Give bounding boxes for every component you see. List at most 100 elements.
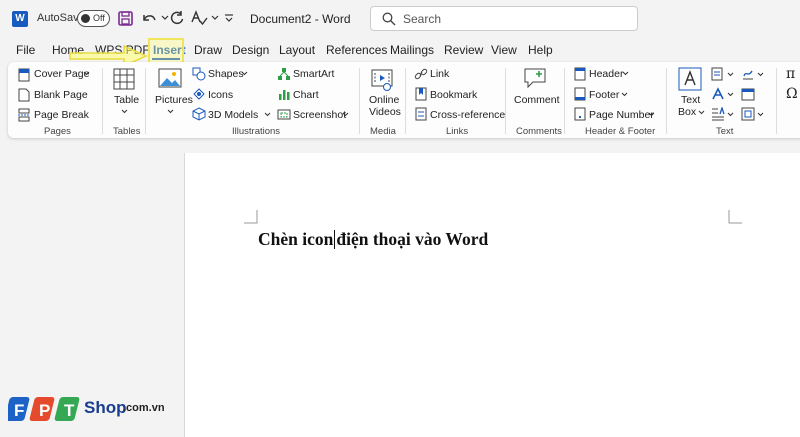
footer-dropdown-icon[interactable] [621, 92, 628, 97]
pictures-dropdown-icon[interactable] [167, 109, 174, 114]
text-after-cursor: điện thoại vào Word [336, 229, 489, 249]
link-button[interactable]: Link [430, 68, 449, 80]
search-placeholder: Search [403, 12, 442, 26]
icons-button[interactable]: Icons [208, 89, 233, 101]
bookmark-icon [415, 87, 427, 101]
comment-icon[interactable] [523, 67, 547, 89]
date-time-icon[interactable] [741, 87, 755, 101]
document-page[interactable] [184, 153, 800, 437]
drop-cap-icon[interactable] [711, 107, 725, 121]
object-dropdown-icon[interactable] [757, 112, 764, 117]
blank-page-button[interactable]: Blank Page [34, 89, 88, 101]
header-dropdown-icon[interactable] [622, 71, 629, 76]
document-heading[interactable]: Chèn icon điện thoại vào Word [258, 229, 488, 250]
header-button[interactable]: Header [589, 68, 623, 80]
group-separator [564, 68, 565, 134]
tab-review[interactable]: Review [444, 43, 483, 57]
text-box-label-1[interactable]: Text [681, 94, 700, 106]
fpt-shop-logo: F P T [8, 397, 80, 421]
quick-parts-dropdown-icon[interactable] [727, 72, 734, 77]
bookmark-button[interactable]: Bookmark [430, 89, 477, 101]
customize-toolbar-icon[interactable] [220, 9, 238, 27]
redo-icon[interactable] [168, 9, 186, 27]
toggle-knob [81, 14, 90, 23]
search-icon [382, 12, 396, 26]
symbol-button[interactable]: Ω [786, 86, 798, 102]
search-box[interactable]: Search [370, 6, 638, 31]
screenshot-dropdown-icon[interactable] [342, 112, 349, 117]
signature-line-icon[interactable] [741, 67, 755, 81]
cross-reference-button[interactable]: Cross-reference [430, 109, 505, 121]
text-box-label-2[interactable]: Box [678, 106, 696, 118]
smartart-button[interactable]: SmartArt [293, 68, 334, 80]
fpt-letter-p: P [39, 401, 50, 420]
page-break-button[interactable]: Page Break [34, 109, 89, 121]
text-box-dropdown-icon[interactable] [698, 110, 705, 115]
footer-button[interactable]: Footer [589, 89, 619, 101]
tab-references[interactable]: References [326, 43, 387, 57]
3d-models-dropdown-icon[interactable] [264, 112, 271, 117]
online-videos-label-2[interactable]: Videos [369, 106, 401, 118]
document-name: Document2 [250, 12, 312, 26]
shapes-icon [192, 67, 206, 81]
autosave-toggle[interactable]: Off [77, 10, 110, 27]
page-number-icon [574, 107, 586, 121]
chart-icon [279, 90, 290, 100]
pictures-button[interactable]: Pictures [155, 94, 193, 106]
quick-parts-icon[interactable] [711, 67, 723, 81]
table-dropdown-icon[interactable] [121, 109, 128, 114]
word-logo-icon: W [12, 11, 28, 27]
table-icon[interactable] [113, 68, 135, 90]
online-videos-label-1[interactable]: Online [369, 94, 399, 106]
fpt-letter-t: T [64, 401, 75, 420]
group-separator [145, 68, 146, 134]
save-icon[interactable] [116, 9, 134, 27]
page-number-button[interactable]: Page Number [589, 109, 654, 121]
header-icon [574, 67, 586, 81]
screenshot-button[interactable]: Screenshot [293, 109, 346, 121]
autosave-state: Off [93, 13, 105, 23]
cover-page-button[interactable]: Cover Page [34, 68, 89, 80]
cross-reference-icon [415, 107, 427, 121]
page-break-icon [18, 108, 30, 122]
watermark-domain: .com.vn [123, 402, 165, 414]
screenshot-icon [277, 109, 291, 120]
shapes-button[interactable]: Shapes [208, 68, 244, 80]
cover-page-dropdown-icon[interactable] [83, 71, 90, 76]
drop-cap-dropdown-icon[interactable] [727, 112, 734, 117]
signature-dropdown-icon[interactable] [757, 72, 764, 77]
document-title: Document2 - Word [250, 12, 351, 26]
group-separator [359, 68, 360, 134]
pages-group-label: Pages [44, 126, 71, 137]
title-separator: - [314, 12, 319, 26]
online-videos-icon[interactable] [371, 69, 393, 91]
icons-icon [193, 88, 205, 100]
tables-group-label: Tables [113, 126, 141, 137]
equation-button[interactable]: π [786, 66, 795, 82]
margin-corner-top-right [728, 210, 742, 224]
group-separator [666, 68, 667, 134]
page-number-dropdown-icon[interactable] [648, 112, 655, 117]
object-icon[interactable] [741, 107, 755, 121]
tab-file[interactable]: File [16, 43, 35, 57]
text-group-label: Text [716, 126, 734, 137]
title-bar: W AutoSave Off Document2 - Word Search [0, 0, 800, 38]
pictures-icon[interactable] [158, 68, 182, 90]
tab-design[interactable]: Design [232, 43, 269, 57]
tab-draw[interactable]: Draw [194, 43, 222, 57]
tab-help[interactable]: Help [528, 43, 553, 57]
cover-page-icon [18, 68, 30, 82]
tab-mailings[interactable]: Mailings [390, 43, 434, 57]
group-separator [505, 68, 506, 134]
3d-models-button[interactable]: 3D Models [208, 109, 258, 121]
tab-layout[interactable]: Layout [279, 43, 315, 57]
tab-view[interactable]: View [491, 43, 517, 57]
shapes-dropdown-icon[interactable] [241, 71, 248, 76]
table-button[interactable]: Table [114, 94, 139, 106]
text-box-icon[interactable] [678, 67, 702, 91]
wordart-dropdown-icon[interactable] [727, 92, 734, 97]
wordart-icon[interactable] [711, 87, 725, 101]
chart-button[interactable]: Chart [293, 89, 319, 101]
blank-page-icon [18, 88, 30, 102]
comment-button[interactable]: Comment [514, 94, 560, 106]
